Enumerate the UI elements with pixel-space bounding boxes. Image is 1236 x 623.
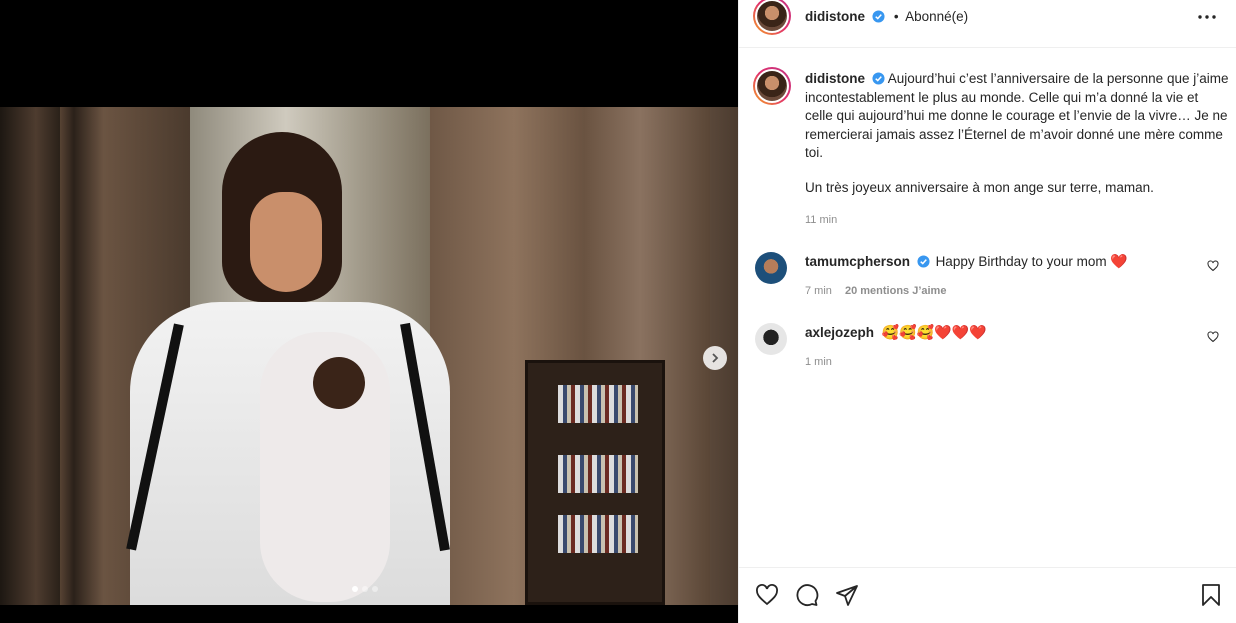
- photo-books: [558, 385, 638, 423]
- verified-badge-icon: [872, 10, 885, 23]
- carousel-next-button[interactable]: [703, 346, 727, 370]
- comment-username[interactable]: axlejozeph: [805, 325, 874, 340]
- caption-username[interactable]: didistone: [805, 71, 865, 86]
- caption-timestamp[interactable]: 11 min: [805, 211, 1229, 230]
- comment-body: tamumcpherson Happy Birthday to your mom…: [805, 252, 1195, 271]
- comment-text: Happy Birthday to your mom: [935, 254, 1107, 269]
- instagram-post-modal: didistone • Abonné(e) didistone Aujourd’…: [0, 0, 1236, 623]
- post-media: [0, 0, 738, 623]
- comment-username[interactable]: tamumcpherson: [805, 254, 910, 269]
- caption-author-avatar[interactable]: [753, 67, 791, 105]
- comment-like-heart-icon[interactable]: [1207, 331, 1219, 343]
- photo-baby-face: [313, 357, 365, 409]
- author-username[interactable]: didistone: [805, 9, 865, 24]
- carousel-dots: [352, 586, 378, 592]
- post-header: didistone • Abonné(e): [739, 0, 1236, 48]
- post-side-panel: didistone • Abonné(e) didistone Aujourd’…: [738, 0, 1236, 623]
- header-separator: •: [893, 9, 899, 24]
- verified-badge-icon: [917, 255, 930, 268]
- post-actions-bar: [739, 567, 1236, 623]
- photo-books: [558, 515, 638, 553]
- post-photo: [0, 107, 738, 605]
- caption-text: Aujourd’hui c’est l’anniversaire de la p…: [805, 71, 1229, 160]
- heart-icon[interactable]: [755, 583, 779, 607]
- comment-icon[interactable]: [795, 583, 819, 607]
- comment-time[interactable]: 7 min: [805, 285, 832, 297]
- share-icon[interactable]: [835, 583, 859, 607]
- caption-text-2: Un très joyeux anniversaire à mon ange s…: [805, 179, 1154, 195]
- comment-body: axlejozeph 🥰🥰🥰❤️❤️❤️: [805, 323, 1195, 342]
- carousel-dot: [362, 586, 368, 592]
- photo-face: [250, 192, 322, 292]
- author-avatar[interactable]: [753, 0, 791, 35]
- comment-emoji: 🥰🥰🥰❤️❤️❤️: [881, 324, 987, 340]
- bookmark-icon[interactable]: [1199, 583, 1223, 607]
- comment-meta: 7 min 20 mentions J’aime: [805, 285, 946, 297]
- comment-meta: 1 min: [805, 356, 832, 368]
- post-caption: didistone Aujourd’hui c’est l’anniversai…: [805, 70, 1229, 230]
- photo-bookshelf: [525, 360, 665, 605]
- commenter-avatar[interactable]: [755, 252, 787, 284]
- carousel-dot: [352, 586, 358, 592]
- more-options-icon[interactable]: [1195, 9, 1219, 25]
- photo-wall-left: [0, 107, 60, 605]
- comment-time[interactable]: 1 min: [805, 356, 832, 368]
- verified-badge-icon: [872, 72, 885, 85]
- carousel-dot: [372, 586, 378, 592]
- comment-emoji: ❤️: [1110, 253, 1128, 269]
- comment-likes[interactable]: 20 mentions J’aime: [845, 285, 947, 297]
- chevron-right-icon: [712, 353, 719, 363]
- comment-like-heart-icon[interactable]: [1207, 260, 1219, 272]
- commenter-avatar[interactable]: [755, 323, 787, 355]
- photo-books: [558, 455, 638, 493]
- follow-status-button[interactable]: Abonné(e): [905, 9, 968, 24]
- photo-person: [126, 132, 450, 605]
